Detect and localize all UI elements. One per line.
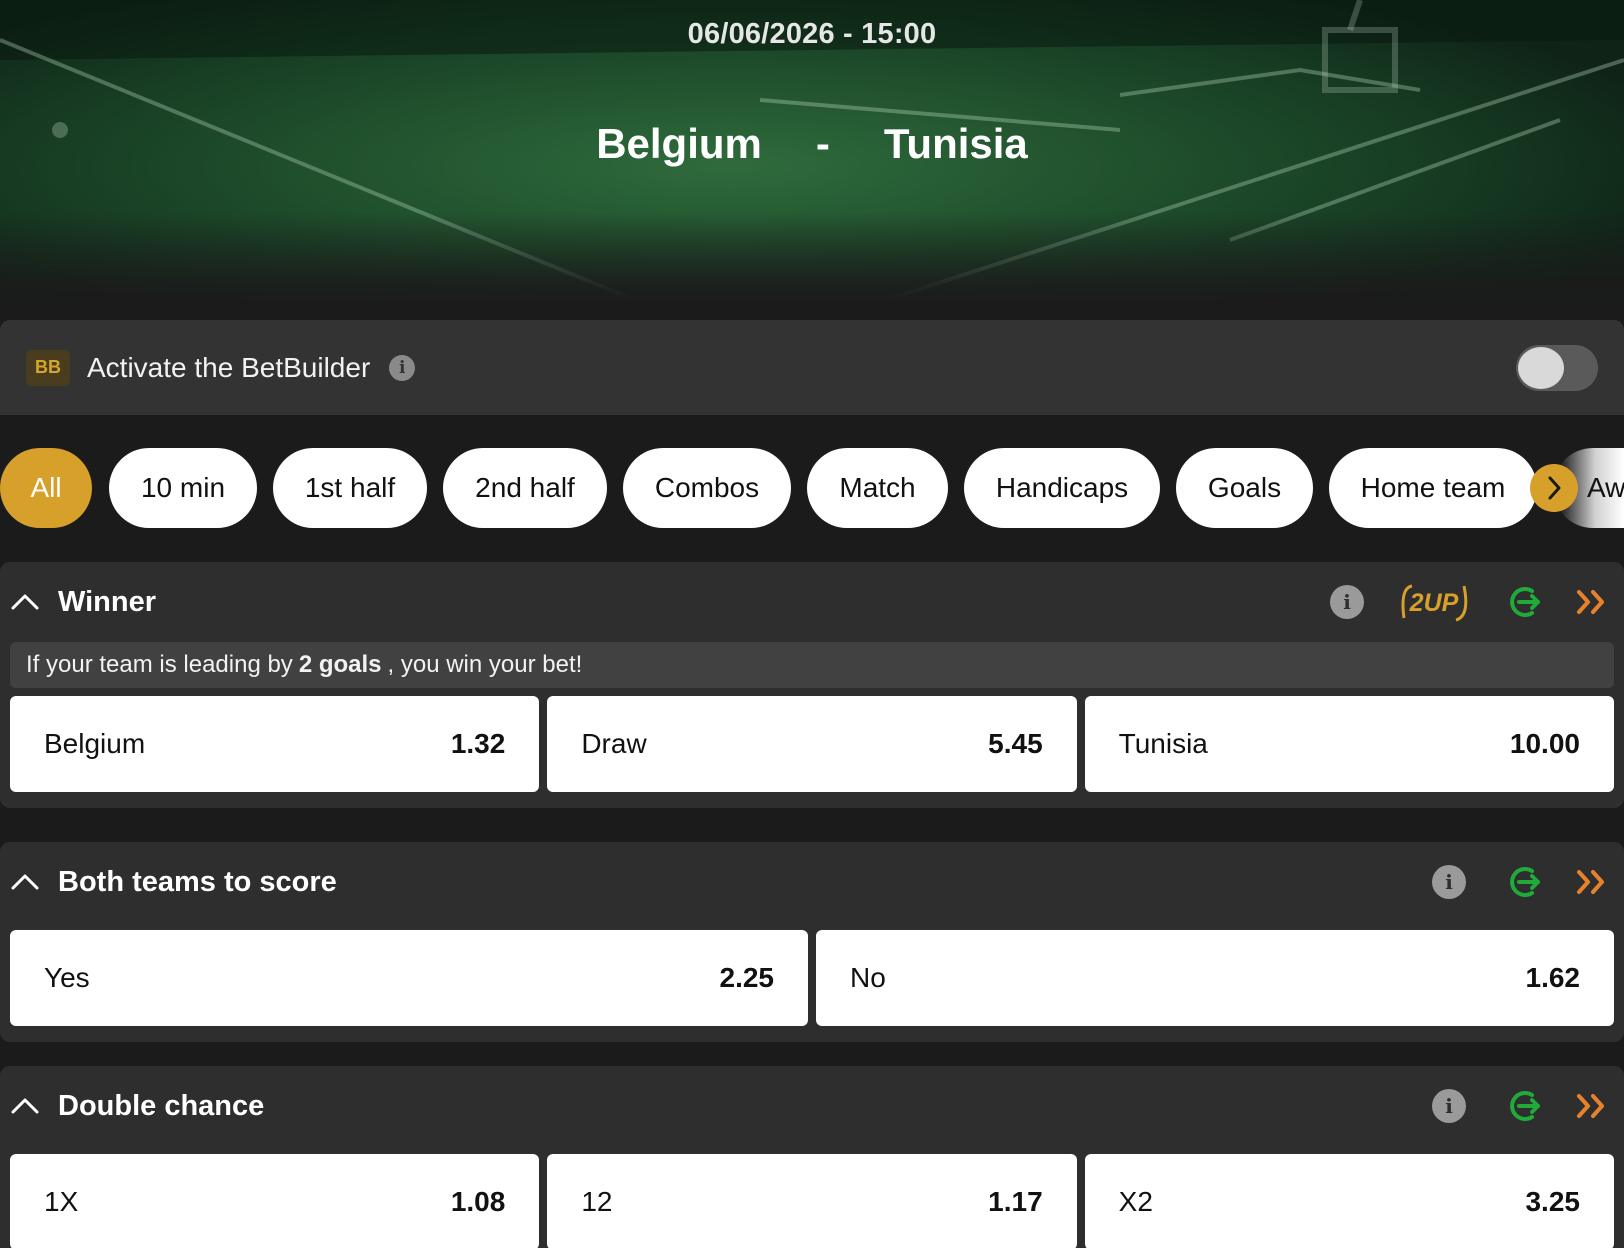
home-team-name: Belgium bbox=[596, 120, 762, 167]
filter-chip-all[interactable]: All bbox=[0, 448, 92, 528]
match-teams: Belgium - Tunisia bbox=[0, 120, 1624, 168]
selection-odds: 3.25 bbox=[1525, 1186, 1580, 1217]
selection-label: 1X bbox=[44, 1186, 79, 1217]
market-both-teams-to-score: Both teams to score i Yes 2.25 No 1.62 bbox=[0, 842, 1624, 1042]
away-team-name: Tunisia bbox=[883, 120, 1028, 167]
promo-note-bold: 2 goals bbox=[298, 651, 382, 678]
odds-button-1x[interactable]: 1X 1.08 bbox=[10, 1154, 540, 1248]
match-datetime: 06/06/2026 - 15:00 bbox=[687, 18, 937, 50]
odds-button-belgium[interactable]: Belgium 1.32 bbox=[10, 696, 540, 792]
scroll-right-button[interactable] bbox=[1530, 464, 1578, 512]
odds-button-x2[interactable]: X2 3.25 bbox=[1084, 1154, 1614, 1248]
cashout-icon[interactable] bbox=[1504, 1086, 1544, 1126]
promo-note: If your team is leading by 2 goals , you… bbox=[10, 642, 1614, 688]
selection-label: Belgium bbox=[44, 728, 146, 759]
promo-note-suffix: , you win your bet! bbox=[387, 651, 583, 678]
odds-button-12[interactable]: 12 1.17 bbox=[547, 1154, 1077, 1248]
chevron-right-icon bbox=[1548, 476, 1561, 500]
odds-button-tunisia[interactable]: Tunisia 10.00 bbox=[1084, 696, 1614, 792]
market-actions: i 2UP bbox=[1330, 562, 1610, 642]
selection-label: 12 bbox=[581, 1186, 613, 1217]
market-filter-tabs: All 10 min 1st half 2nd half Combos Matc… bbox=[0, 448, 1624, 528]
selection-label: Yes bbox=[44, 962, 90, 993]
promo-note-prefix: If your team is leading by bbox=[26, 651, 293, 678]
selection-label: Tunisia bbox=[1118, 728, 1208, 759]
odds-button-yes[interactable]: Yes 2.25 bbox=[10, 930, 808, 1026]
selection-odds: 1.17 bbox=[988, 1186, 1043, 1217]
cashout-icon[interactable] bbox=[1504, 582, 1544, 622]
filter-chip-1st-half[interactable]: 1st half bbox=[273, 448, 427, 528]
selection-odds: 10.00 bbox=[1509, 728, 1580, 759]
info-icon[interactable]: i bbox=[1432, 865, 1466, 899]
info-icon[interactable]: i bbox=[1432, 1089, 1466, 1123]
chevron-up-icon[interactable] bbox=[10, 587, 40, 617]
match-page: 06/06/2026 - 15:00 Belgium - Tunisia BB … bbox=[0, 0, 1624, 1248]
filter-chip-10-min[interactable]: 10 min bbox=[109, 448, 257, 528]
betbuilder-bar: BB Activate the BetBuilder i bbox=[0, 320, 1624, 415]
selection-odds: 5.45 bbox=[988, 728, 1043, 759]
chevron-up-icon[interactable] bbox=[10, 867, 40, 897]
market-actions: i bbox=[1432, 842, 1610, 922]
betbuilder-label: Activate the BetBuilder bbox=[87, 351, 371, 383]
market-header[interactable]: Winner i 2UP bbox=[0, 562, 1624, 642]
market-title: Both teams to score bbox=[58, 865, 337, 898]
market-actions: i bbox=[1432, 1066, 1610, 1146]
info-icon[interactable]: i bbox=[1330, 585, 1364, 619]
selection-label: X2 bbox=[1118, 1186, 1153, 1217]
market-title: Winner bbox=[58, 585, 157, 618]
market-header[interactable]: Double chance i bbox=[0, 1066, 1624, 1146]
promo-2up-text: 2UP bbox=[1409, 589, 1459, 617]
chevron-up-icon[interactable] bbox=[10, 1091, 40, 1121]
filter-chip-goals[interactable]: Goals bbox=[1176, 448, 1313, 528]
market-winner: Winner i 2UP If your team is leading by … bbox=[0, 562, 1624, 808]
odds-button-draw[interactable]: Draw 5.45 bbox=[547, 696, 1077, 792]
promo-2up-badge: 2UP bbox=[1394, 580, 1474, 624]
odds-row: Yes 2.25 No 1.62 bbox=[0, 922, 1624, 1042]
filter-chip-combos[interactable]: Combos bbox=[623, 448, 791, 528]
betbuilder-toggle[interactable] bbox=[1516, 344, 1598, 391]
teams-separator: - bbox=[815, 120, 830, 167]
filter-chip-2nd-half[interactable]: 2nd half bbox=[443, 448, 607, 528]
selection-odds: 1.32 bbox=[450, 728, 506, 759]
selection-label: No bbox=[850, 962, 886, 993]
market-header[interactable]: Both teams to score i bbox=[0, 842, 1624, 922]
2up-icon: 2UP bbox=[1401, 584, 1468, 622]
header-fade bbox=[0, 212, 1624, 302]
double-chevron-right-icon[interactable] bbox=[1574, 864, 1610, 900]
filter-chip-match[interactable]: Match bbox=[807, 448, 948, 528]
filter-chip-handicaps[interactable]: Handicaps bbox=[964, 448, 1160, 528]
match-header: 06/06/2026 - 15:00 Belgium - Tunisia bbox=[0, 0, 1624, 302]
double-chevron-right-icon[interactable] bbox=[1574, 584, 1610, 620]
odds-button-no[interactable]: No 1.62 bbox=[816, 930, 1614, 1026]
selection-odds: 1.62 bbox=[1525, 962, 1581, 993]
toggle-knob bbox=[1518, 346, 1564, 389]
selection-odds: 2.25 bbox=[719, 962, 775, 993]
betbuilder-badge: BB bbox=[26, 349, 70, 386]
double-chevron-right-icon[interactable] bbox=[1574, 1088, 1610, 1124]
market-title: Double chance bbox=[58, 1089, 265, 1122]
selection-odds: 1.08 bbox=[450, 1186, 506, 1217]
selection-label: Draw bbox=[581, 728, 647, 759]
odds-row: 1X 1.08 12 1.17 X2 3.25 bbox=[0, 1146, 1624, 1248]
market-double-chance: Double chance i 1X 1.08 12 1.17 X2 3.25 bbox=[0, 1066, 1624, 1248]
odds-row: Belgium 1.32 Draw 5.45 Tunisia 10.00 bbox=[0, 688, 1624, 808]
filter-chip-home-team[interactable]: Home team bbox=[1329, 448, 1537, 528]
info-icon[interactable]: i bbox=[389, 354, 416, 381]
cashout-icon[interactable] bbox=[1504, 862, 1544, 902]
